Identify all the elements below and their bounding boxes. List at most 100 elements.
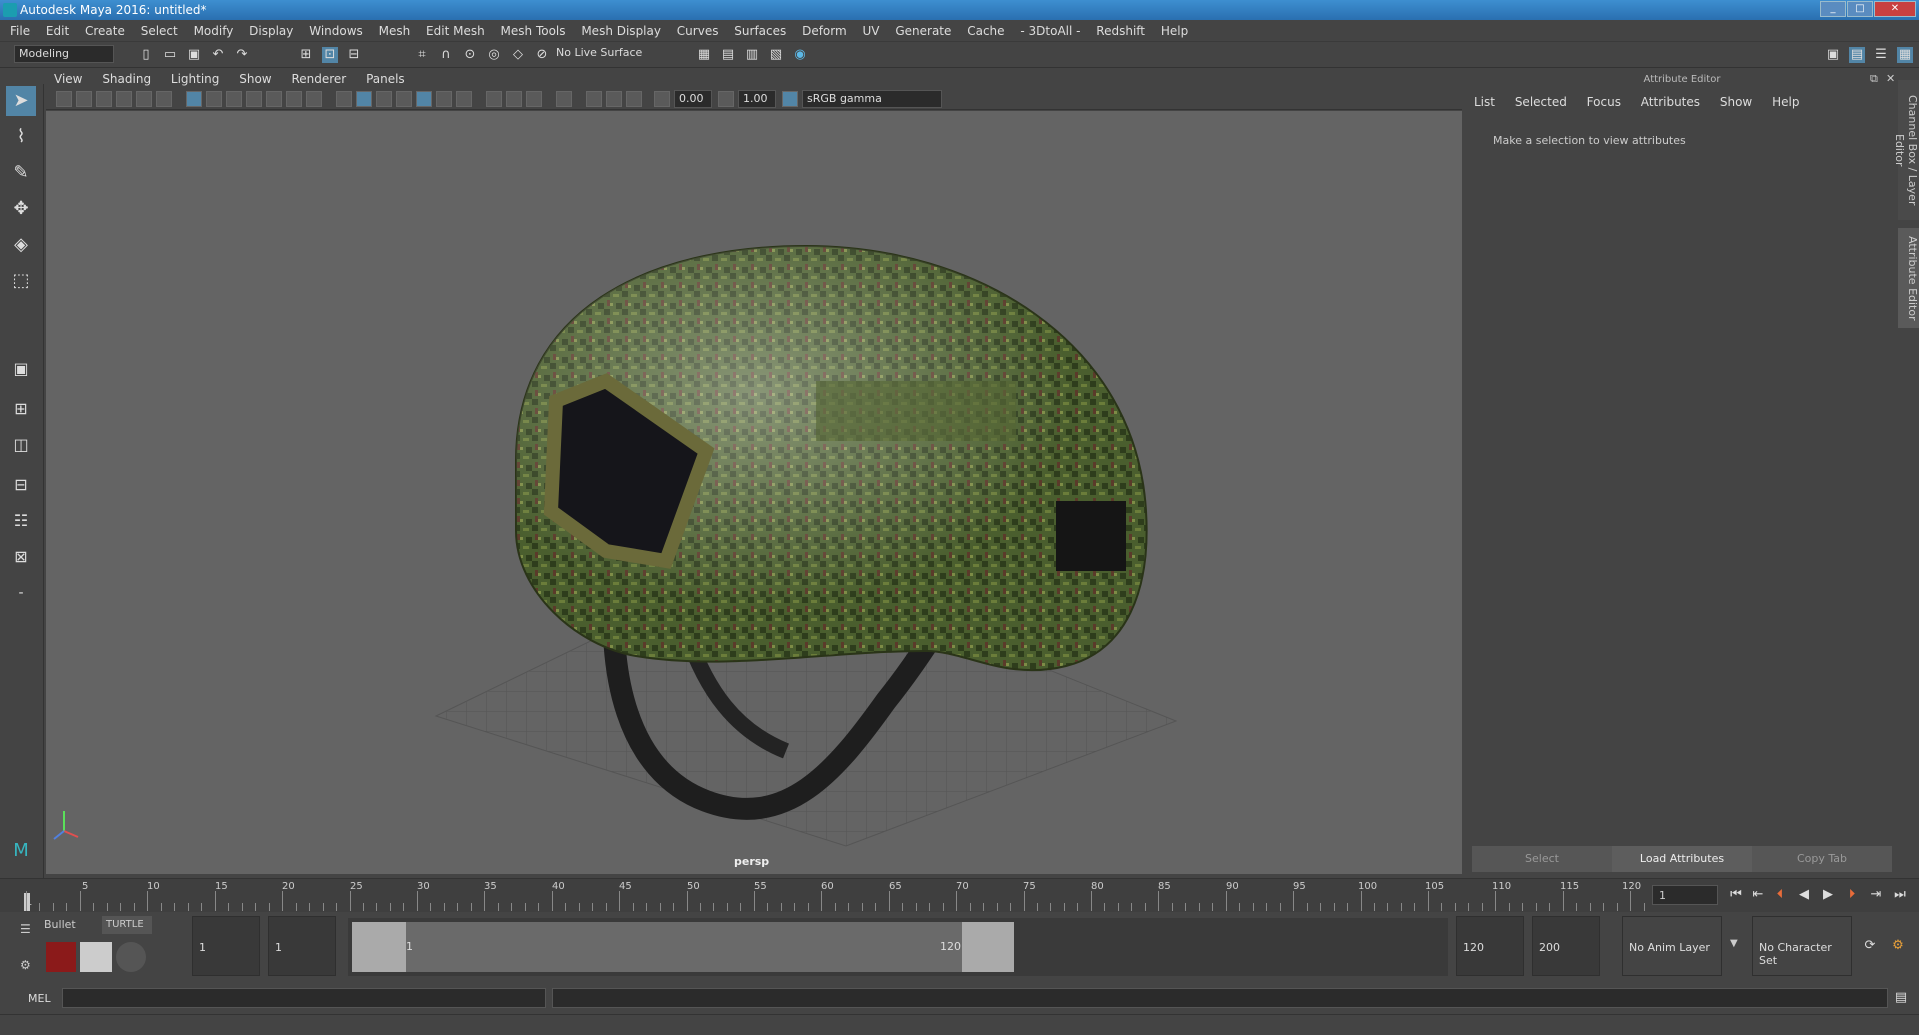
smooth-shade-icon[interactable] xyxy=(356,91,372,107)
new-scene-icon[interactable]: ▯ xyxy=(138,47,154,63)
render-settings-icon[interactable]: ▧ xyxy=(768,47,784,63)
layout-more-icon[interactable]: - xyxy=(6,578,36,608)
motion-blur-icon[interactable] xyxy=(506,91,522,107)
shelf-menu-icon[interactable]: ☰ xyxy=(20,922,31,936)
menu-uv[interactable]: UV xyxy=(857,20,886,42)
attr-menu-focus[interactable]: Focus xyxy=(1579,92,1629,112)
select-camera-icon[interactable] xyxy=(56,91,72,107)
gate-mask-icon[interactable] xyxy=(246,91,262,107)
channel-box-tab[interactable]: Channel Box / Layer Editor xyxy=(1893,80,1919,220)
range-start-handle[interactable] xyxy=(352,922,406,972)
undo-icon[interactable]: ↶ xyxy=(210,47,226,63)
viewport-menu-shading[interactable]: Shading xyxy=(94,70,159,88)
select-hierarchy-icon[interactable]: ⊞ xyxy=(298,47,314,63)
step-forward-frame-icon[interactable]: ⏵ xyxy=(1844,887,1860,903)
step-forward-key-icon[interactable]: ⇥ xyxy=(1868,887,1884,903)
persp-graph-layout-icon[interactable]: ⊟ xyxy=(6,470,36,500)
field-chart-icon[interactable] xyxy=(266,91,282,107)
snap-point-icon[interactable]: ⊙ xyxy=(462,47,478,63)
colorspace-dropdown[interactable]: sRGB gamma xyxy=(802,90,942,108)
menu-generate[interactable]: Generate xyxy=(889,20,957,42)
viewport-menu-view[interactable]: View xyxy=(46,70,90,88)
perspective-viewport[interactable]: persp xyxy=(46,111,1462,874)
default-material-icon[interactable] xyxy=(376,91,392,107)
shelf-tab-turtle[interactable]: TURTLE xyxy=(102,916,152,934)
tool-settings-icon[interactable]: ☰ xyxy=(1873,47,1889,63)
menu-surfaces[interactable]: Surfaces xyxy=(728,20,792,42)
render-view-icon[interactable]: ▦ xyxy=(696,47,712,63)
menu-create[interactable]: Create xyxy=(79,20,131,42)
attribute-editor-toggle-icon[interactable]: ▤ xyxy=(1849,47,1865,63)
exposure-icon[interactable] xyxy=(654,91,670,107)
film-gate-icon[interactable] xyxy=(206,91,222,107)
bookmark-icon[interactable] xyxy=(96,91,112,107)
xray-joints-icon[interactable] xyxy=(606,91,622,107)
grease-pencil-icon[interactable] xyxy=(156,91,172,107)
menu-file[interactable]: File xyxy=(0,20,36,42)
snap-pivot-icon[interactable]: ⊘ xyxy=(534,47,550,63)
go-to-start-icon[interactable]: ⏮ xyxy=(1728,887,1744,903)
auto-key-icon[interactable]: ⟳ xyxy=(1862,938,1878,954)
menu-edit-mesh[interactable]: Edit Mesh xyxy=(420,20,491,42)
attr-menu-show[interactable]: Show xyxy=(1712,92,1760,112)
close-panel-icon[interactable]: ✕ xyxy=(1886,72,1895,85)
menu-redshift[interactable]: Redshift xyxy=(1090,20,1151,42)
channel-box-toggle-icon[interactable]: ▦ xyxy=(1897,47,1913,63)
four-view-layout-icon[interactable]: ⊞ xyxy=(6,394,36,424)
menu-3dtoall[interactable]: - 3DtoAll - xyxy=(1014,20,1086,42)
wireframe-icon[interactable] xyxy=(336,91,352,107)
camera-attributes-icon[interactable] xyxy=(76,91,92,107)
command-language-label[interactable]: MEL xyxy=(28,992,51,1005)
grid-toggle-icon[interactable] xyxy=(186,91,202,107)
gamma-field[interactable]: 1.00 xyxy=(738,90,776,108)
single-perspective-layout-icon[interactable]: ▣ xyxy=(6,354,36,384)
menu-mesh-tools[interactable]: Mesh Tools xyxy=(495,20,572,42)
turtle-material-icon[interactable] xyxy=(116,942,146,972)
safe-action-icon[interactable] xyxy=(286,91,302,107)
hypershade-icon[interactable]: ◉ xyxy=(792,47,808,63)
menu-mesh-display[interactable]: Mesh Display xyxy=(575,20,667,42)
menu-curves[interactable]: Curves xyxy=(671,20,725,42)
attribute-editor-tab[interactable]: Attribute Editor xyxy=(1898,228,1919,328)
wireframe-on-shaded-icon[interactable] xyxy=(396,91,412,107)
viewport-menu-panels[interactable]: Panels xyxy=(358,70,413,88)
viewport-menu-lighting[interactable]: Lighting xyxy=(163,70,228,88)
play-forwards-icon[interactable]: ▶ xyxy=(1820,887,1836,903)
color-management-icon[interactable] xyxy=(782,91,798,107)
two-d-pan-icon[interactable] xyxy=(136,91,152,107)
menu-help[interactable]: Help xyxy=(1155,20,1194,42)
textured-icon[interactable] xyxy=(416,91,432,107)
range-end-handle[interactable] xyxy=(962,922,1014,972)
gamma-icon[interactable] xyxy=(718,91,734,107)
script-editor-icon[interactable]: ▤ xyxy=(1893,990,1909,1006)
animation-preferences-icon[interactable]: ⚙ xyxy=(1890,938,1906,954)
end-time-field[interactable]: 200 xyxy=(1532,916,1600,976)
xray-components-icon[interactable] xyxy=(626,91,642,107)
go-to-end-icon[interactable]: ⏭ xyxy=(1892,887,1908,903)
attr-menu-selected[interactable]: Selected xyxy=(1507,92,1575,112)
rotate-tool-icon[interactable]: ◈ xyxy=(6,230,36,260)
anti-aliasing-icon[interactable] xyxy=(526,91,542,107)
snap-view-icon[interactable]: ◎ xyxy=(486,47,502,63)
command-input[interactable] xyxy=(62,988,546,1008)
attr-menu-help[interactable]: Help xyxy=(1764,92,1807,112)
menu-modify[interactable]: Modify xyxy=(188,20,240,42)
live-surface-field[interactable]: No Live Surface xyxy=(552,45,652,63)
xray-icon[interactable] xyxy=(586,91,602,107)
anim-layer-chevron-icon[interactable]: ▼ xyxy=(1730,938,1738,949)
close-button[interactable]: ✕ xyxy=(1874,1,1916,17)
snap-curve-icon[interactable]: ∩ xyxy=(438,47,454,63)
play-backwards-icon[interactable]: ◀ xyxy=(1796,887,1812,903)
shelf-tab-bullet[interactable]: Bullet xyxy=(40,916,102,934)
attr-menu-list[interactable]: List xyxy=(1466,92,1503,112)
minimize-button[interactable]: _ xyxy=(1820,1,1846,17)
maximize-button[interactable]: □ xyxy=(1847,1,1873,17)
mode-dropdown[interactable]: Modeling xyxy=(14,45,114,63)
open-scene-icon[interactable]: ▭ xyxy=(162,47,178,63)
time-slider[interactable]: 1 5 10 15 20 25 30 35 40 45 50 55 60 65 … xyxy=(0,878,1919,912)
shelf-settings-icon[interactable]: ⚙ xyxy=(20,958,31,972)
menu-windows[interactable]: Windows xyxy=(303,20,369,42)
step-back-key-icon[interactable]: ⇤ xyxy=(1750,887,1766,903)
persp-outliner-layout-icon[interactable]: ◫ xyxy=(6,430,36,460)
current-frame-field[interactable]: 1 xyxy=(1652,885,1718,905)
